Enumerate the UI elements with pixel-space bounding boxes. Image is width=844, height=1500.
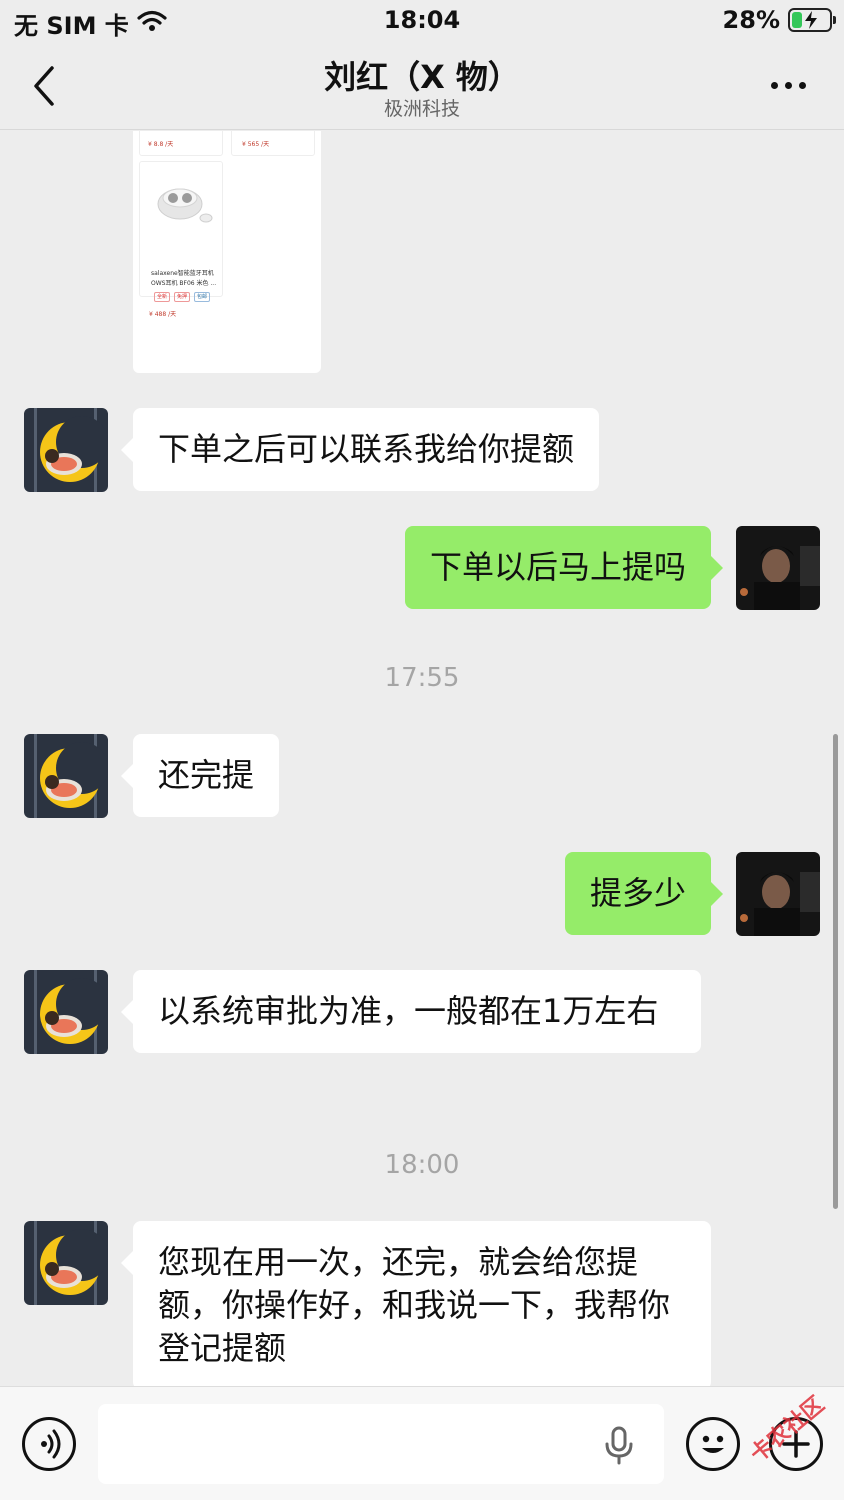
contact-avatar[interactable] xyxy=(24,1221,108,1305)
input-bar xyxy=(0,1386,844,1500)
product-image-message[interactable]: ¥ 8.8 /天 ¥ 565 /天 salaxene智能蓝牙耳机 OWS耳机 B… xyxy=(133,131,321,373)
chat-subtitle: 极洲科技 xyxy=(383,98,460,120)
contact-avatar[interactable] xyxy=(24,408,108,492)
outgoing-message-bubble[interactable]: 提多少 xyxy=(564,852,724,935)
timestamp: 17:55 xyxy=(384,663,460,693)
product-price: ¥ 8.8 /天 xyxy=(148,141,174,148)
battery-fill xyxy=(792,12,802,28)
chat-scrollbar[interactable] xyxy=(833,734,838,1209)
incoming-message-bubble[interactable]: 还完提 xyxy=(120,734,280,817)
chat-header: 刘红（X 物） 极洲科技 xyxy=(0,44,844,130)
product-price: ¥ 488 /天 xyxy=(149,311,177,318)
outgoing-message-bubble[interactable]: 下单以后马上提吗 xyxy=(404,526,724,609)
product-tag: 包邮 xyxy=(194,292,211,302)
status-bar: 无 SIM 卡 18:04 28% xyxy=(0,0,844,44)
incoming-message-bubble[interactable]: 下单之后可以联系我给你提额 xyxy=(120,408,600,491)
product-tags: 全新 免押 包邮 xyxy=(154,292,211,302)
battery-charging-icon xyxy=(788,8,836,32)
product-tag: 免押 xyxy=(174,292,191,302)
microphone-icon[interactable] xyxy=(602,1425,636,1469)
emoji-icon[interactable] xyxy=(686,1417,740,1471)
product-card: ¥ 565 /天 xyxy=(231,131,315,156)
product-card: salaxene智能蓝牙耳机 OWS耳机 BF06 米色 ... 全新 免押 包… xyxy=(139,161,223,318)
user-avatar[interactable] xyxy=(736,526,820,610)
product-card: ¥ 8.8 /天 xyxy=(139,131,223,156)
timestamp: 18:00 xyxy=(384,1150,460,1180)
status-time: 18:04 xyxy=(383,6,461,34)
voice-icon[interactable] xyxy=(22,1417,76,1471)
earbuds-product-image xyxy=(148,170,216,230)
more-dots-icon[interactable] xyxy=(771,82,806,89)
chat-title[interactable]: 刘红（X 物） xyxy=(0,52,844,98)
incoming-message-bubble[interactable]: 以系统审批为准，一般都在1万左右 xyxy=(121,970,701,1053)
message-list[interactable]: ¥ 8.8 /天 ¥ 565 /天 salaxene智能蓝牙耳机 OWS耳机 B… xyxy=(0,131,844,1386)
status-right: 28% xyxy=(722,6,836,34)
message-input[interactable] xyxy=(98,1404,664,1484)
contact-avatar[interactable] xyxy=(24,970,108,1054)
battery-percent: 28% xyxy=(722,6,780,34)
contact-avatar[interactable] xyxy=(24,734,108,818)
product-tag: 全新 xyxy=(154,292,171,302)
incoming-message-bubble[interactable]: 您现在用一次，还完，就会给您提额，你操作好，和我说一下，我帮你登记提额 xyxy=(121,1221,711,1386)
product-name: salaxene智能蓝牙耳机 OWS耳机 BF06 米色 ... xyxy=(151,270,217,287)
user-avatar[interactable] xyxy=(736,852,820,936)
product-price: ¥ 565 /天 xyxy=(242,141,270,148)
